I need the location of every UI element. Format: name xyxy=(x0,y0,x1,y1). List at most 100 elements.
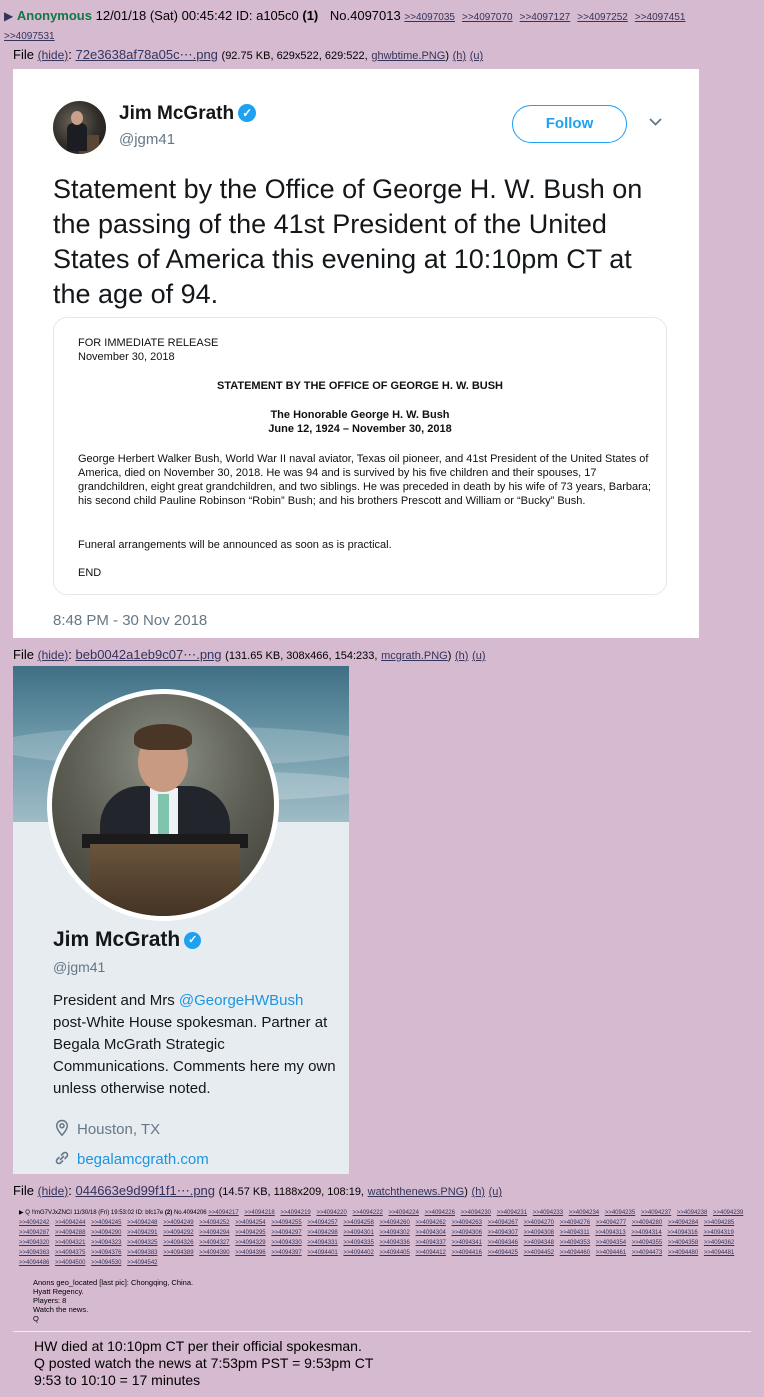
q-reply-link[interactable]: >>4094276 xyxy=(560,1220,590,1226)
q-reply-link[interactable]: >>4094321 xyxy=(55,1240,85,1246)
post-id[interactable]: a105c0 xyxy=(256,8,299,23)
q-reply-link[interactable]: >>4094267 xyxy=(488,1220,518,1226)
backlink[interactable]: >>4097252 xyxy=(577,12,628,23)
q-reply-link[interactable]: >>4094245 xyxy=(91,1220,121,1226)
q-reply-link[interactable]: >>4094320 xyxy=(19,1240,49,1246)
q-reply-link[interactable]: >>4094244 xyxy=(55,1220,85,1226)
file-name-link[interactable]: 72e3638af78a05c⋯.png xyxy=(76,47,218,62)
q-reply-link[interactable]: >>4094258 xyxy=(343,1220,373,1226)
q-reply-link[interactable]: >>4094288 xyxy=(55,1230,85,1236)
q-reply-link[interactable]: >>4094481 xyxy=(704,1250,734,1256)
q-reply-link[interactable]: >>4094226 xyxy=(425,1210,455,1216)
q-reply-link[interactable]: >>4094313 xyxy=(595,1230,625,1236)
q-reply-link[interactable]: >>4094242 xyxy=(19,1220,49,1226)
q-reply-link[interactable]: >>4094291 xyxy=(127,1230,157,1236)
q-reply-link[interactable]: >>4094416 xyxy=(452,1250,482,1256)
q-reply-link[interactable]: >>4094222 xyxy=(353,1210,383,1216)
q-reply-link[interactable]: >>4094329 xyxy=(235,1240,265,1246)
file-hide-link[interactable]: (hide) xyxy=(38,48,69,62)
file-u-link[interactable]: (u) xyxy=(489,1186,502,1198)
file-name-link[interactable]: 044663e9d99f1f1⋯.png xyxy=(76,1183,216,1198)
q-reply-link[interactable]: >>4094486 xyxy=(19,1260,49,1266)
q-reply-link[interactable]: >>4094219 xyxy=(280,1210,310,1216)
q-reply-link[interactable]: >>4094397 xyxy=(271,1250,301,1256)
q-reply-link[interactable]: >>4094480 xyxy=(668,1250,698,1256)
chevron-down-icon[interactable] xyxy=(649,115,662,128)
q-reply-link[interactable]: >>4094461 xyxy=(596,1250,626,1256)
q-reply-link[interactable]: >>4094314 xyxy=(631,1230,661,1236)
q-reply-link[interactable]: >>4094270 xyxy=(524,1220,554,1226)
q-reply-link[interactable]: >>4094336 xyxy=(379,1240,409,1246)
bio-mention-link[interactable]: @GeorgeHWBush xyxy=(179,992,303,1009)
q-reply-link[interactable]: >>4094297 xyxy=(271,1230,301,1236)
q-reply-link[interactable]: >>4094294 xyxy=(199,1230,229,1236)
backlink[interactable]: >>4097531 xyxy=(4,31,55,42)
q-reply-link[interactable]: >>4094233 xyxy=(533,1210,563,1216)
q-reply-link[interactable]: >>4094218 xyxy=(244,1210,274,1216)
q-reply-link[interactable]: >>4094316 xyxy=(667,1230,697,1236)
q-reply-link[interactable]: >>4094263 xyxy=(452,1220,482,1226)
q-reply-link[interactable]: >>4094460 xyxy=(560,1250,590,1256)
follow-button[interactable]: Follow xyxy=(512,105,627,143)
q-reply-link[interactable]: >>4094323 xyxy=(91,1240,121,1246)
q-reply-link[interactable]: >>4094326 xyxy=(163,1240,193,1246)
q-reply-link[interactable]: >>4094362 xyxy=(704,1240,734,1246)
q-reply-link[interactable]: >>4094401 xyxy=(307,1250,337,1256)
post-menu-arrow-icon[interactable]: ▶ xyxy=(4,9,13,23)
q-reply-link[interactable]: >>4094331 xyxy=(307,1240,337,1246)
q-reply-link[interactable]: >>4094307 xyxy=(488,1230,518,1236)
q-reply-link[interactable]: >>4094237 xyxy=(641,1210,671,1216)
q-reply-link[interactable]: >>4094235 xyxy=(605,1210,635,1216)
file-h-link[interactable]: (h) xyxy=(453,50,466,62)
file-orig-name[interactable]: ghwbtime.PNG xyxy=(371,50,445,62)
file-orig-name[interactable]: mcgrath.PNG xyxy=(381,650,448,662)
q-reply-link[interactable]: >>4094277 xyxy=(596,1220,626,1226)
q-reply-link[interactable]: >>4094341 xyxy=(452,1240,482,1246)
q-reply-link[interactable]: >>4094224 xyxy=(389,1210,419,1216)
q-reply-link[interactable]: >>4094257 xyxy=(307,1220,337,1226)
q-reply-link[interactable]: >>4094301 xyxy=(343,1230,373,1236)
q-reply-link[interactable]: >>4094249 xyxy=(163,1220,193,1226)
q-reply-link[interactable]: >>4094254 xyxy=(235,1220,265,1226)
q-reply-link[interactable]: >>4094311 xyxy=(560,1230,590,1236)
q-reply-link[interactable]: >>4094327 xyxy=(199,1240,229,1246)
file-h-link[interactable]: (h) xyxy=(472,1186,485,1198)
q-reply-link[interactable]: >>4094405 xyxy=(379,1250,409,1256)
profile-url-text[interactable]: begalamcgrath.com xyxy=(77,1151,209,1168)
q-reply-link[interactable]: >>4094325 xyxy=(127,1240,157,1246)
q-reply-link[interactable]: >>4094330 xyxy=(271,1240,301,1246)
tweet-timestamp[interactable]: 8:48 PM - 30 Nov 2018 xyxy=(53,612,207,629)
q-reply-link[interactable]: >>4094304 xyxy=(416,1230,446,1236)
file-hide-link[interactable]: (hide) xyxy=(38,1184,69,1198)
q-reply-link[interactable]: >>4094376 xyxy=(91,1250,121,1256)
file-u-link[interactable]: (u) xyxy=(472,650,485,662)
q-reply-link[interactable]: >>4094262 xyxy=(416,1220,446,1226)
q-reply-link[interactable]: >>4094255 xyxy=(271,1220,301,1226)
q-reply-link[interactable]: >>4094306 xyxy=(452,1230,482,1236)
backlink[interactable]: >>4097451 xyxy=(635,12,686,23)
q-reply-link[interactable]: >>4094412 xyxy=(416,1250,446,1256)
q-reply-link[interactable]: >>4094530 xyxy=(91,1260,121,1266)
q-reply-link[interactable]: >>4094355 xyxy=(632,1240,662,1246)
q-reply-link[interactable]: >>4094473 xyxy=(632,1250,662,1256)
q-reply-link[interactable]: >>4094295 xyxy=(235,1230,265,1236)
q-reply-link[interactable]: >>4094280 xyxy=(632,1220,662,1226)
q-reply-link[interactable]: >>4094284 xyxy=(668,1220,698,1226)
q-reply-link[interactable]: >>4094238 xyxy=(677,1210,707,1216)
file-h-link[interactable]: (h) xyxy=(455,650,468,662)
q-reply-link[interactable]: >>4094220 xyxy=(316,1210,346,1216)
q-reply-link[interactable]: >>4094389 xyxy=(163,1250,193,1256)
q-reply-link[interactable]: >>4094402 xyxy=(343,1250,373,1256)
q-post-image[interactable]: ▶ Q !!mG7VJxZNCI 11/30/18 (Fri) 19:53:02… xyxy=(13,1205,751,1329)
q-reply-link[interactable]: >>4094337 xyxy=(416,1240,446,1246)
q-reply-link[interactable]: >>4094260 xyxy=(379,1220,409,1226)
q-reply-link[interactable]: >>4094298 xyxy=(307,1230,337,1236)
q-reply-link[interactable]: >>4094287 xyxy=(19,1230,49,1236)
q-reply-link[interactable]: >>4094239 xyxy=(713,1210,743,1216)
q-reply-link[interactable]: >>4094452 xyxy=(524,1250,554,1256)
tweet-image[interactable]: Jim McGrath ✓ @jgm41 Follow Statement by … xyxy=(13,69,699,638)
q-reply-link[interactable]: >>4094353 xyxy=(560,1240,590,1246)
q-reply-link[interactable]: >>4094425 xyxy=(488,1250,518,1256)
q-reply-link[interactable]: >>4094348 xyxy=(524,1240,554,1246)
q-reply-link[interactable]: >>4094542 xyxy=(127,1260,157,1266)
